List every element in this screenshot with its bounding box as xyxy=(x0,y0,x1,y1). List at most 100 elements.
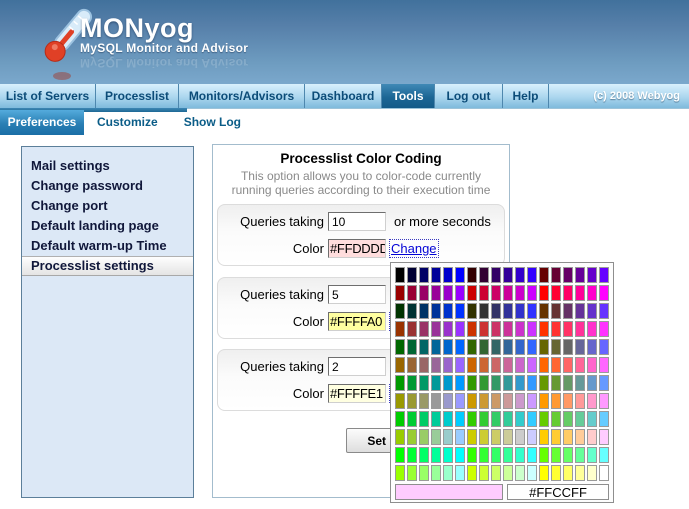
palette-swatch[interactable] xyxy=(467,267,477,283)
palette-swatch[interactable] xyxy=(575,447,585,463)
color-value-input[interactable] xyxy=(328,239,386,258)
palette-swatch[interactable] xyxy=(503,465,513,481)
subnav-tab-preferences[interactable]: Preferences xyxy=(0,110,84,135)
palette-swatch[interactable] xyxy=(431,375,441,391)
palette-swatch[interactable] xyxy=(599,411,609,427)
palette-swatch[interactable] xyxy=(431,321,441,337)
palette-swatch[interactable] xyxy=(587,411,597,427)
palette-swatch[interactable] xyxy=(515,267,525,283)
palette-swatch[interactable] xyxy=(539,339,549,355)
palette-swatch[interactable] xyxy=(587,267,597,283)
palette-swatch[interactable] xyxy=(587,357,597,373)
palette-swatch[interactable] xyxy=(443,285,453,301)
palette-swatch[interactable] xyxy=(467,339,477,355)
palette-swatch[interactable] xyxy=(455,411,465,427)
palette-swatch[interactable] xyxy=(455,375,465,391)
palette-swatch[interactable] xyxy=(419,375,429,391)
palette-swatch[interactable] xyxy=(551,321,561,337)
palette-swatch[interactable] xyxy=(527,303,537,319)
palette-swatch[interactable] xyxy=(395,321,405,337)
palette-swatch[interactable] xyxy=(515,303,525,319)
palette-swatch[interactable] xyxy=(467,303,477,319)
palette-swatch[interactable] xyxy=(443,411,453,427)
palette-swatch[interactable] xyxy=(419,321,429,337)
palette-swatch[interactable] xyxy=(491,303,501,319)
seconds-input[interactable] xyxy=(328,357,386,376)
palette-swatch[interactable] xyxy=(563,267,573,283)
palette-swatch[interactable] xyxy=(575,393,585,409)
palette-swatch[interactable] xyxy=(419,285,429,301)
nav-tab-dashboard[interactable]: Dashboard xyxy=(305,84,382,108)
palette-swatch[interactable] xyxy=(479,303,489,319)
palette-swatch[interactable] xyxy=(587,465,597,481)
palette-swatch[interactable] xyxy=(539,303,549,319)
palette-swatch[interactable] xyxy=(455,285,465,301)
palette-swatch[interactable] xyxy=(395,393,405,409)
palette-swatch[interactable] xyxy=(395,429,405,445)
palette-swatch[interactable] xyxy=(491,429,501,445)
palette-swatch[interactable] xyxy=(515,429,525,445)
sidebar-item-default-warm-up-time[interactable]: Default warm-up Time xyxy=(22,236,193,256)
palette-swatch[interactable] xyxy=(395,357,405,373)
nav-tab-processlist[interactable]: Processlist xyxy=(96,84,179,108)
palette-swatch[interactable] xyxy=(455,357,465,373)
palette-swatch[interactable] xyxy=(575,321,585,337)
palette-swatch[interactable] xyxy=(407,447,417,463)
palette-swatch[interactable] xyxy=(515,411,525,427)
palette-swatch[interactable] xyxy=(431,465,441,481)
palette-swatch[interactable] xyxy=(491,285,501,301)
palette-swatch[interactable] xyxy=(539,465,549,481)
palette-swatch[interactable] xyxy=(539,411,549,427)
palette-swatch[interactable] xyxy=(455,267,465,283)
palette-swatch[interactable] xyxy=(503,447,513,463)
palette-swatch[interactable] xyxy=(455,429,465,445)
palette-swatch[interactable] xyxy=(551,447,561,463)
palette-swatch[interactable] xyxy=(407,285,417,301)
palette-swatch[interactable] xyxy=(587,429,597,445)
palette-swatch[interactable] xyxy=(503,357,513,373)
palette-swatch[interactable] xyxy=(479,447,489,463)
palette-swatch[interactable] xyxy=(419,429,429,445)
palette-swatch[interactable] xyxy=(395,465,405,481)
sidebar-item-processlist-settings[interactable]: Processlist settings xyxy=(22,256,193,276)
palette-swatch[interactable] xyxy=(527,375,537,391)
palette-swatch[interactable] xyxy=(587,375,597,391)
color-value-input[interactable] xyxy=(328,312,386,331)
palette-swatch[interactable] xyxy=(455,393,465,409)
palette-swatch[interactable] xyxy=(407,375,417,391)
palette-swatch[interactable] xyxy=(563,393,573,409)
palette-swatch[interactable] xyxy=(443,321,453,337)
palette-swatch[interactable] xyxy=(515,447,525,463)
palette-swatch[interactable] xyxy=(563,321,573,337)
palette-swatch[interactable] xyxy=(551,429,561,445)
palette-swatch[interactable] xyxy=(491,375,501,391)
palette-swatch[interactable] xyxy=(491,357,501,373)
palette-swatch[interactable] xyxy=(599,357,609,373)
palette-swatch[interactable] xyxy=(479,429,489,445)
palette-swatch[interactable] xyxy=(551,411,561,427)
nav-tab-help[interactable]: Help xyxy=(503,84,549,108)
palette-swatch[interactable] xyxy=(539,375,549,391)
palette-swatch[interactable] xyxy=(419,393,429,409)
palette-swatch[interactable] xyxy=(575,465,585,481)
nav-tab-list-of-servers[interactable]: List of Servers xyxy=(0,84,96,108)
palette-swatch[interactable] xyxy=(395,447,405,463)
palette-swatch[interactable] xyxy=(587,321,597,337)
palette-swatch[interactable] xyxy=(563,285,573,301)
palette-swatch[interactable] xyxy=(527,321,537,337)
palette-swatch[interactable] xyxy=(551,357,561,373)
palette-swatch[interactable] xyxy=(395,285,405,301)
palette-swatch[interactable] xyxy=(491,267,501,283)
palette-swatch[interactable] xyxy=(443,429,453,445)
palette-swatch[interactable] xyxy=(515,321,525,337)
palette-swatch[interactable] xyxy=(467,393,477,409)
palette-swatch[interactable] xyxy=(527,267,537,283)
palette-swatch[interactable] xyxy=(575,429,585,445)
palette-swatch[interactable] xyxy=(527,411,537,427)
palette-swatch[interactable] xyxy=(455,447,465,463)
palette-swatch[interactable] xyxy=(395,411,405,427)
palette-swatch[interactable] xyxy=(491,393,501,409)
palette-swatch[interactable] xyxy=(599,321,609,337)
palette-swatch[interactable] xyxy=(551,465,561,481)
palette-swatch[interactable] xyxy=(467,411,477,427)
